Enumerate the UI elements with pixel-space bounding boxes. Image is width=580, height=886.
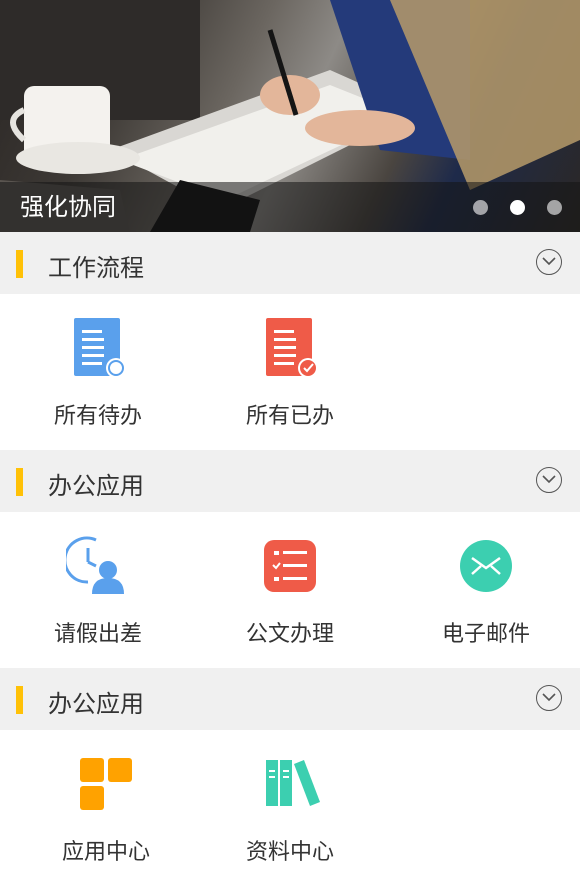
chevron-down-icon[interactable]: [536, 249, 562, 275]
banner-caption: 强化协同: [20, 193, 116, 221]
section-grid-office-apps-2: 应用中心 资料中心: [0, 730, 580, 870]
section-grid-office-apps: 请假出差 公文办理 电子邮件: [0, 512, 580, 668]
section-title: 工作流程: [48, 254, 144, 282]
grid-item-label: 请假出差: [53, 622, 142, 647]
carousel-dot-1[interactable]: [473, 200, 488, 215]
chevron-down-icon[interactable]: [536, 685, 562, 711]
grid-item-email[interactable]: 电子邮件: [388, 512, 580, 668]
section-title: 办公应用: [48, 690, 144, 718]
section-accent-bar: [16, 468, 23, 496]
grid-item-document-handling[interactable]: 公文办理: [192, 512, 388, 668]
grid-item-label: 应用中心: [61, 840, 150, 865]
carousel-dots: [473, 200, 562, 215]
section-header-office-apps-2[interactable]: 办公应用: [0, 668, 580, 730]
app-center-icon: [74, 752, 138, 816]
grid-item-library[interactable]: 资料中心: [192, 730, 388, 886]
section-grid-workflow: 所有待办 所有已办: [0, 294, 580, 450]
document-list-icon: [258, 534, 322, 598]
mail-icon: [454, 534, 518, 598]
leave-clock-user-icon: [63, 534, 130, 598]
section-title: 办公应用: [48, 472, 144, 500]
section-accent-bar: [16, 686, 23, 714]
grid-item-label: 所有已办: [245, 404, 334, 429]
section-header-workflow[interactable]: 工作流程: [0, 232, 580, 294]
grid-item-label: 资料中心: [245, 840, 334, 865]
grid-item-label: 所有待办: [53, 404, 142, 429]
grid-item-label: 电子邮件: [441, 622, 530, 647]
grid-item-leave-travel[interactable]: 请假出差: [0, 512, 196, 668]
pending-document-icon: [66, 316, 130, 380]
grid-item-app-center[interactable]: 应用中心: [8, 730, 204, 886]
section-header-office-apps[interactable]: 办公应用: [0, 450, 580, 512]
grid-item-all-pending[interactable]: 所有待办: [0, 294, 196, 450]
grid-item-all-done[interactable]: 所有已办: [192, 294, 388, 450]
grid-item-label: 公文办理: [245, 622, 334, 647]
carousel-dot-3[interactable]: [547, 200, 562, 215]
banner-carousel[interactable]: 强化协同: [0, 0, 580, 232]
chevron-down-icon[interactable]: [536, 467, 562, 493]
done-document-icon: [258, 316, 322, 380]
section-accent-bar: [16, 250, 23, 278]
carousel-dot-2[interactable]: [510, 200, 525, 215]
library-books-icon: [258, 752, 322, 816]
